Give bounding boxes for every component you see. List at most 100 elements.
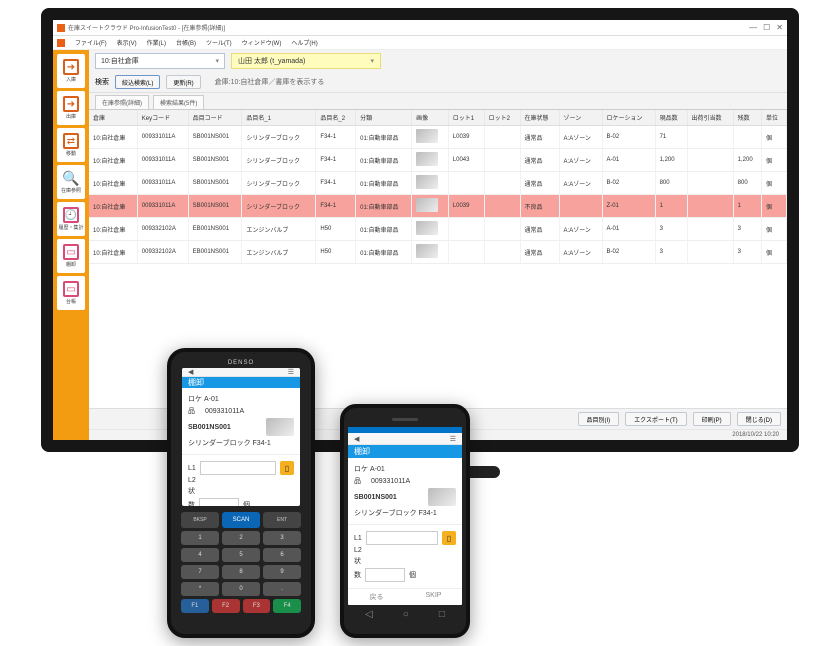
key-4[interactable]: 4 bbox=[181, 548, 219, 562]
filter-search-button[interactable]: 絞込検索(L) bbox=[115, 75, 160, 89]
table-row[interactable]: 10:自社倉庫009331011ASB001NS001シリンダーブロックF34-… bbox=[89, 149, 787, 172]
fn-key-F4[interactable]: F4 bbox=[273, 599, 301, 613]
key-*[interactable]: * bbox=[181, 582, 219, 596]
item-name: シリンダーブロック F34-1 bbox=[188, 438, 271, 448]
l1-input[interactable] bbox=[200, 461, 276, 475]
refresh-button[interactable]: 更新(R) bbox=[166, 75, 200, 89]
col-header[interactable]: ロケーション bbox=[602, 110, 655, 126]
sidebar-item-5[interactable]: ▭棚卸 bbox=[57, 239, 85, 273]
sidebar-item-4[interactable]: 🕘履歴・集計 bbox=[57, 202, 85, 236]
sidebar-item-2[interactable]: ⇄移動 bbox=[57, 128, 85, 162]
menu-ledger[interactable]: 台帳(B) bbox=[176, 38, 196, 47]
handheld-device: DENSO ◀☰ 棚卸 ロケ A-01 品 009331011A SB001NS… bbox=[167, 348, 315, 638]
menubar: ファイル(F) 表示(V) 作業(L) 台帳(B) ツール(T) ウィンドウ(W… bbox=[53, 36, 787, 50]
col-header[interactable]: ロット1 bbox=[448, 110, 484, 126]
col-header[interactable]: 品目名_2 bbox=[316, 110, 356, 126]
fn-key-F3[interactable]: F3 bbox=[243, 599, 271, 613]
col-header[interactable]: ゾーン bbox=[559, 110, 602, 126]
key-7[interactable]: 7 bbox=[181, 565, 219, 579]
table-row[interactable]: 10:自社倉庫009331011ASB001NS001シリンダーブロックF34-… bbox=[89, 126, 787, 149]
menu-view[interactable]: 表示(V) bbox=[117, 38, 137, 47]
tab-stock-detail[interactable]: 在庫参照(詳細) bbox=[95, 95, 149, 109]
btn-close[interactable]: 閉じる(D) bbox=[737, 412, 781, 426]
cell: B-02 bbox=[602, 126, 655, 149]
user-select[interactable]: 山田 太郎 (t_yamada) ▾ bbox=[231, 53, 381, 69]
android-back-icon[interactable]: ◁ bbox=[365, 609, 373, 620]
col-header[interactable]: 品目コード bbox=[188, 110, 242, 126]
sidebar-item-1[interactable]: ➜出庫 bbox=[57, 91, 85, 125]
cell: H50 bbox=[316, 241, 356, 264]
scan-icon[interactable]: ▯ bbox=[442, 531, 456, 545]
cell: シリンダーブロック bbox=[242, 195, 316, 218]
col-header[interactable]: 品目名_1 bbox=[242, 110, 316, 126]
key-1[interactable]: 1 bbox=[181, 531, 219, 545]
qty-input[interactable] bbox=[199, 498, 239, 506]
menu-icon[interactable]: ☰ bbox=[288, 368, 294, 376]
col-header[interactable]: 分類 bbox=[356, 110, 412, 126]
sidebar-item-3[interactable]: 🔍在庫参照 bbox=[57, 165, 85, 199]
menu-icon[interactable]: ☰ bbox=[450, 435, 456, 443]
btn-by-item[interactable]: 品目別(I) bbox=[578, 412, 620, 426]
menu-file[interactable]: ファイル(F) bbox=[75, 38, 107, 47]
cell: 800 bbox=[733, 172, 761, 195]
l1-input[interactable] bbox=[366, 531, 438, 545]
table-row[interactable]: 10:自社倉庫009332102AEB001NS001エンジンバルブH5001:… bbox=[89, 218, 787, 241]
fn-key-F2[interactable]: F2 bbox=[212, 599, 240, 613]
key-0[interactable]: 0 bbox=[222, 582, 260, 596]
fn-key-F1[interactable]: F1 bbox=[181, 599, 209, 613]
mobile-skip[interactable]: SKIP bbox=[405, 589, 462, 605]
col-header[interactable]: 単位 bbox=[762, 110, 787, 126]
chevron-down-icon: ▾ bbox=[215, 57, 219, 65]
key-3[interactable]: 3 bbox=[263, 531, 301, 545]
cell bbox=[687, 241, 733, 264]
key-8[interactable]: 8 bbox=[222, 565, 260, 579]
tab-results[interactable]: 検索結果(5件) bbox=[153, 95, 204, 109]
back-icon[interactable]: ◀ bbox=[354, 435, 359, 443]
col-header[interactable]: 画像 bbox=[412, 110, 449, 126]
mobile-back[interactable]: 戻る bbox=[348, 589, 405, 605]
key-2[interactable]: 2 bbox=[222, 531, 260, 545]
qty-input[interactable] bbox=[365, 568, 405, 582]
col-header[interactable]: 在庫状態 bbox=[520, 110, 559, 126]
cell: 10:自社倉庫 bbox=[89, 218, 137, 241]
cell: 不良品 bbox=[520, 195, 559, 218]
btn-export[interactable]: エクスポート(T) bbox=[625, 412, 686, 426]
android-recent-icon[interactable]: □ bbox=[439, 609, 445, 620]
phone-speaker bbox=[392, 418, 418, 421]
btn-print[interactable]: 印刷(P) bbox=[693, 412, 731, 426]
menu-window[interactable]: ウィンドウ(W) bbox=[242, 38, 282, 47]
sidebar-item-6[interactable]: ▭台帳 bbox=[57, 276, 85, 310]
minimize-icon[interactable]: — bbox=[749, 23, 757, 32]
menu-tool[interactable]: ツール(T) bbox=[206, 38, 232, 47]
sidebar-item-0[interactable]: ➜入庫 bbox=[57, 54, 85, 88]
scan-icon[interactable]: ▯ bbox=[280, 461, 294, 475]
maximize-icon[interactable]: ☐ bbox=[763, 23, 770, 32]
close-icon[interactable]: ✕ bbox=[776, 23, 783, 32]
col-header[interactable]: 出荷引当数 bbox=[687, 110, 733, 126]
col-header[interactable]: 現品数 bbox=[655, 110, 687, 126]
android-home-icon[interactable]: ○ bbox=[403, 609, 409, 620]
bksp-key[interactable]: BKSP bbox=[181, 512, 219, 528]
menu-help[interactable]: ヘルプ(H) bbox=[291, 38, 317, 47]
key-6[interactable]: 6 bbox=[263, 548, 301, 562]
key-.[interactable]: . bbox=[263, 582, 301, 596]
back-icon[interactable]: ◀ bbox=[188, 368, 193, 376]
table-row[interactable]: 10:自社倉庫009332102AEB001NS001エンジンバルブH5001:… bbox=[89, 241, 787, 264]
table-row[interactable]: 10:自社倉庫009331011ASB001NS001シリンダーブロックF34-… bbox=[89, 195, 787, 218]
cell: 個 bbox=[762, 218, 787, 241]
col-header[interactable]: 残数 bbox=[733, 110, 761, 126]
menu-work[interactable]: 作業(L) bbox=[147, 38, 166, 47]
warehouse-select[interactable]: 10:自社倉庫 ▾ bbox=[95, 53, 225, 69]
key-5[interactable]: 5 bbox=[222, 548, 260, 562]
col-header[interactable]: ロット2 bbox=[484, 110, 520, 126]
col-header[interactable]: 倉庫 bbox=[89, 110, 137, 126]
loc-label: ロケ A-01 bbox=[354, 464, 385, 474]
sidebar: ➜入庫 ➜出庫 ⇄移動 🔍在庫参照 🕘履歴・集計 ▭棚卸 ▭台帳 bbox=[53, 50, 89, 440]
table-row[interactable]: 10:自社倉庫009331011ASB001NS001シリンダーブロックF34-… bbox=[89, 172, 787, 195]
col-header[interactable]: Keyコード bbox=[137, 110, 188, 126]
smartphone-device: ◀☰ 棚卸 ロケ A-01 品 009331011A SB001NS001 シリ… bbox=[340, 404, 470, 638]
scan-key[interactable]: SCAN bbox=[222, 512, 260, 528]
chevron-down-icon: ▾ bbox=[370, 57, 374, 65]
key-9[interactable]: 9 bbox=[263, 565, 301, 579]
ent-key[interactable]: ENT bbox=[263, 512, 301, 528]
